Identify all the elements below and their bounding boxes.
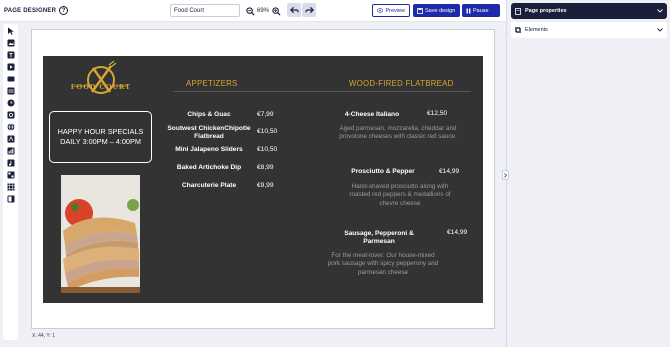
zoom-level: 69% — [257, 8, 270, 14]
flatbread-name[interactable]: Prosciutto & Pepper — [343, 168, 423, 176]
zoom-controls: 69% — [245, 4, 281, 18]
app-title-group: PAGE DESIGNER ? — [4, 6, 69, 15]
element-toolbar: T — [3, 24, 18, 340]
item-name: Soutwest ChickenChipotle Flatbread — [167, 125, 251, 140]
save-label: Save design — [425, 7, 456, 14]
item-price: €10,50 — [257, 128, 278, 135]
help-icon[interactable]: ? — [59, 6, 69, 15]
zoom-out-icon[interactable] — [245, 6, 255, 16]
playlist-tool-icon[interactable] — [7, 195, 15, 203]
clock-tool-icon[interactable] — [7, 99, 15, 107]
fork-knife-icon — [75, 60, 127, 94]
web-tool-icon[interactable] — [7, 123, 15, 131]
cursor-coordinates: X: 44, Y: 1 — [32, 333, 55, 339]
flatbread-name[interactable]: Sausage, Pepperoni & Parmesan — [343, 230, 415, 246]
flatbread-description: Hand-shaved prosciutto along with roaste… — [349, 183, 451, 207]
eye-icon — [377, 8, 384, 13]
app-title: PAGE DESIGNER — [4, 7, 57, 14]
food-court-logo[interactable]: FOOD COURT — [65, 60, 137, 102]
undo-button[interactable] — [287, 3, 301, 17]
item-name: Charcuterie Plate — [181, 182, 237, 189]
chevron-down-icon — [657, 28, 663, 32]
top-bar: PAGE DESIGNER ? Food Court 69% Preview S… — [0, 0, 506, 22]
grid-tool-icon[interactable] — [7, 183, 15, 191]
item-name: Chips & Guac — [187, 111, 231, 118]
chevron-right-icon — [504, 172, 507, 178]
happy-hour-title: HAPPY HOUR SPECIALS — [57, 127, 144, 136]
pointer-icon[interactable] — [7, 27, 15, 35]
flatbread-price: €12,50 — [427, 110, 448, 117]
item-name: Baked Artichoke Dip — [176, 164, 242, 171]
flatbread-name[interactable]: 4-Cheese Italiano — [337, 111, 407, 119]
undo-icon — [289, 6, 299, 14]
item-price: €7,99 — [257, 111, 274, 118]
item-price: €9,99 — [257, 182, 274, 189]
zoom-in-icon[interactable] — [271, 6, 281, 16]
weather-tool-icon[interactable] — [7, 111, 15, 119]
preview-label: Preview — [385, 7, 405, 14]
ticker-tool-icon[interactable] — [7, 87, 15, 95]
pause-label: Pause — [473, 7, 489, 14]
redo-button[interactable] — [302, 3, 316, 17]
image-tool-icon[interactable] — [7, 39, 15, 47]
text-tool-icon[interactable]: T — [7, 51, 15, 59]
flatbread-description: Aged parmesan, mozzarella, cheddar and p… — [339, 125, 457, 141]
happy-hour-box[interactable]: HAPPY HOUR SPECIALS DAILY 3:00PM – 4:00P… — [49, 111, 152, 163]
chevron-down-icon — [657, 9, 663, 13]
item-price: €8,99 — [257, 164, 274, 171]
menu-board[interactable]: FOOD COURT HAPPY HOUR SPECIALS DAILY 3:0… — [43, 56, 483, 303]
properties-panel: Page properties Elements — [506, 0, 670, 347]
section-divider — [173, 91, 471, 92]
item-price: €10,50 — [257, 146, 278, 153]
layers-icon — [515, 27, 521, 33]
music-tool-icon[interactable] — [7, 159, 15, 167]
page-name-field[interactable]: Food Court — [170, 4, 240, 17]
pause-icon — [466, 8, 471, 13]
flatbread-price: €14,99 — [439, 168, 460, 175]
redo-icon — [304, 6, 314, 14]
elements-label: Elements — [525, 27, 548, 33]
preview-button[interactable]: Preview — [372, 4, 410, 17]
flatbread-description: For the meat-lover: Our house-mixed pork… — [327, 252, 439, 276]
pause-button[interactable]: Pause — [462, 4, 500, 17]
page-properties-header[interactable]: Page properties — [511, 3, 667, 19]
logo-text: FOOD COURT — [70, 82, 132, 91]
happy-hour-time: DAILY 3:00PM – 4:00PM — [60, 137, 141, 146]
appetizers-heading: APPETIZERS — [186, 79, 238, 88]
video-tool-icon[interactable] — [7, 63, 15, 71]
shape-tool-icon[interactable] — [7, 75, 15, 83]
panel-collapse-handle[interactable] — [502, 170, 509, 180]
elements-section[interactable]: Elements — [511, 22, 667, 38]
sandwich-photo[interactable] — [61, 175, 140, 293]
flatbread-heading: WOOD-FIRED FLATBREAD — [349, 79, 454, 88]
page-properties-label: Page properties — [525, 8, 567, 14]
chart-tool-icon[interactable] — [7, 147, 15, 155]
svg-text:T: T — [9, 53, 13, 59]
qr-tool-icon[interactable] — [7, 171, 15, 179]
menu-tool-icon[interactable] — [7, 135, 15, 143]
flatbread-price: €14,99 — [447, 229, 468, 236]
page-icon — [515, 7, 521, 15]
save-design-button[interactable]: Save design — [413, 4, 460, 17]
save-icon — [417, 7, 423, 14]
item-name: Mini Jalapeno Sliders — [175, 146, 243, 153]
